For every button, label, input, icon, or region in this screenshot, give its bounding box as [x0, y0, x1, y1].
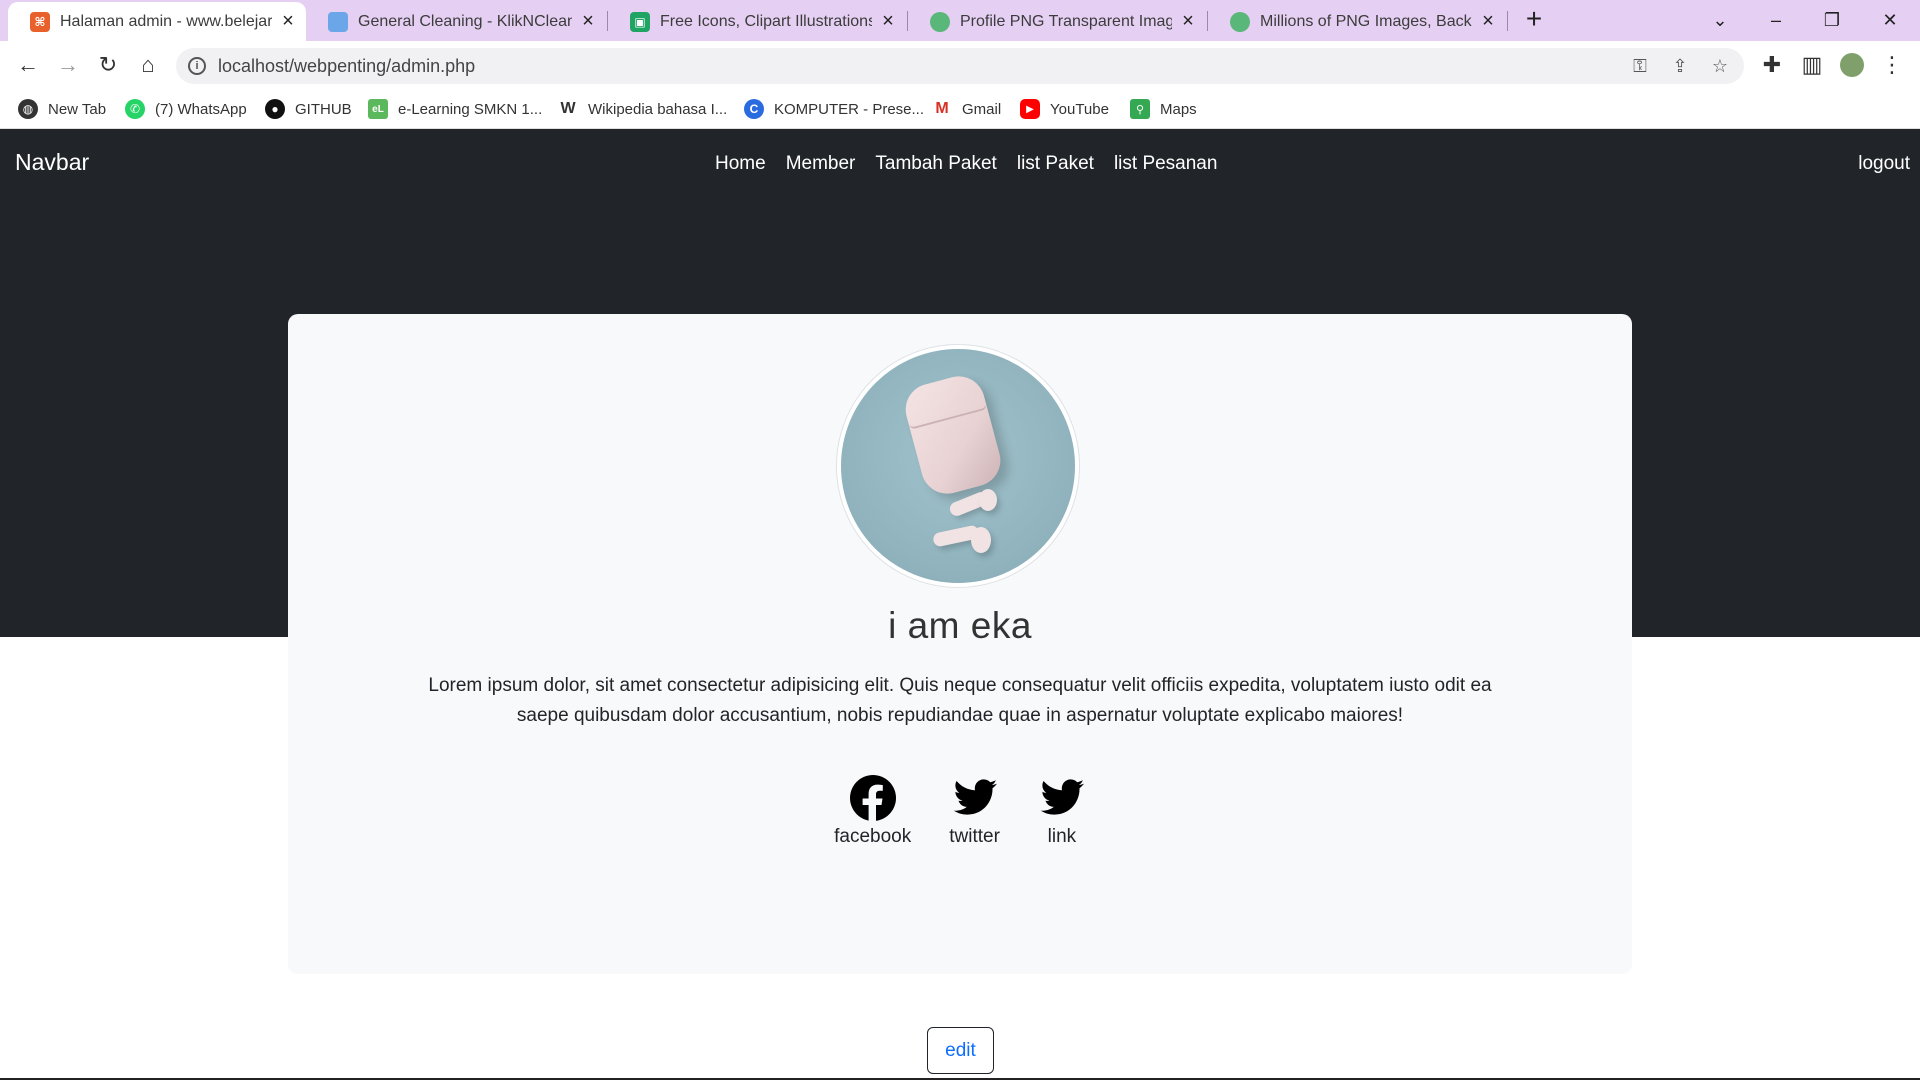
bookmark-label: Maps: [1160, 100, 1197, 118]
bookmark-item[interactable]: ⚲ Maps: [1130, 97, 1197, 121]
nav-links: Home Member Tambah Paket list Paket list…: [715, 153, 1217, 175]
browser-tab[interactable]: ▣ Free Icons, Clipart Illustrations, Pl …: [608, 2, 906, 41]
youtube-icon: ▶: [1020, 99, 1040, 119]
bookmarks-bar: ◍ New Tab ✆ (7) WhatsApp ● GITHUB eL e-L…: [0, 89, 1920, 129]
browser-tab[interactable]: General Cleaning - KlikNClean ×: [306, 2, 606, 41]
bookmark-label: (7) WhatsApp: [155, 100, 247, 118]
site-favicon-icon: [328, 11, 348, 32]
url-text[interactable]: localhost/webpenting/admin.php: [218, 56, 475, 77]
close-icon[interactable]: ×: [1180, 10, 1196, 33]
minimize-icon[interactable]: –: [1756, 4, 1796, 36]
profile-card: i am eka Lorem ipsum dolor, sit amet con…: [288, 314, 1632, 1074]
nav-link-tambah-paket[interactable]: Tambah Paket: [875, 153, 996, 175]
tab-search-chevron-icon[interactable]: ⌄: [1700, 4, 1740, 36]
restore-icon[interactable]: ❐: [1812, 4, 1852, 36]
bookmark-item[interactable]: M Gmail: [932, 97, 1001, 121]
bookmark-item[interactable]: ◍ New Tab: [18, 97, 106, 121]
browser-toolbar: ← → ↻ ⌂ i localhost/webpenting/admin.php…: [0, 41, 1920, 89]
tab-title: Halaman admin - www.belejarwit: [60, 12, 272, 30]
browser-tab-bar: ⌘ Halaman admin - www.belejarwit × Gener…: [0, 0, 1920, 41]
bookmark-star-icon[interactable]: ☆: [1708, 54, 1732, 78]
site-favicon-icon: ⌘: [30, 11, 50, 32]
close-icon[interactable]: ×: [580, 10, 596, 33]
bookmark-label: Wikipedia bahasa I...: [588, 100, 728, 118]
nav-link-list-paket[interactable]: list Paket: [1017, 153, 1094, 175]
tab-separator: [1507, 11, 1508, 31]
bookmark-label: YouTube: [1050, 100, 1109, 118]
profile-bio: Lorem ipsum dolor, sit amet consectetur …: [428, 675, 1492, 726]
social-link-link[interactable]: link: [1038, 774, 1086, 848]
bookmark-label: GITHUB: [295, 100, 352, 118]
window-close-icon[interactable]: ✕: [1870, 4, 1910, 36]
address-bar[interactable]: i localhost/webpenting/admin.php ⚿ ⇪ ☆: [176, 48, 1744, 84]
bookmark-item[interactable]: ● GITHUB: [265, 97, 352, 121]
page-content: Navbar Home Member Tambah Paket list Pak…: [0, 129, 1920, 1080]
home-icon[interactable]: ⌂: [132, 49, 164, 81]
social-link-facebook[interactable]: facebook: [834, 774, 911, 848]
bookmark-item[interactable]: ▶ YouTube: [1020, 97, 1109, 121]
bookmark-label: New Tab: [48, 100, 107, 118]
wikipedia-icon: W: [560, 100, 576, 117]
bookmark-label: e-Learning SMKN 1...: [398, 100, 543, 118]
close-icon[interactable]: ×: [880, 10, 896, 33]
airpods-case-graphic: [899, 370, 1007, 500]
browser-menu-icon[interactable]: ⋮: [1876, 49, 1908, 81]
reload-icon[interactable]: ↻: [92, 49, 124, 81]
social-links: facebook twitter link: [288, 774, 1632, 848]
tab-title: Free Icons, Clipart Illustrations, Pl: [660, 12, 872, 30]
globe-icon: ◍: [18, 99, 38, 119]
tab-title: General Cleaning - KlikNClean: [358, 12, 572, 30]
share-icon[interactable]: ⇪: [1668, 54, 1692, 78]
nav-link-member[interactable]: Member: [786, 153, 856, 175]
nav-link-list-pesanan[interactable]: list Pesanan: [1114, 153, 1218, 175]
back-arrow-icon[interactable]: ←: [12, 49, 44, 81]
key-icon[interactable]: ⚿: [1628, 54, 1652, 78]
social-label: facebook: [834, 826, 912, 847]
whatsapp-icon: ✆: [125, 99, 145, 119]
avatar: [836, 344, 1080, 588]
site-favicon-icon: ▣: [630, 11, 650, 32]
social-link-twitter[interactable]: twitter: [949, 774, 1000, 848]
twitter-icon: [953, 779, 997, 815]
tab-title: Profile PNG Transparent Images F: [960, 12, 1172, 30]
bookmark-item[interactable]: eL e-Learning SMKN 1...: [368, 97, 542, 121]
github-icon: ●: [265, 99, 285, 119]
site-favicon-icon: [1230, 11, 1250, 32]
elearning-icon: eL: [368, 99, 388, 119]
edit-button[interactable]: edit: [927, 1027, 994, 1074]
maps-icon: ⚲: [1130, 99, 1150, 119]
extensions-puzzle-icon[interactable]: ✚: [1756, 49, 1788, 81]
profile-avatar-icon[interactable]: [1836, 49, 1868, 81]
tab-title: Millions of PNG Images, Backgro: [1260, 12, 1472, 30]
bookmark-item[interactable]: W Wikipedia bahasa I...: [558, 97, 727, 121]
canva-icon: C: [744, 99, 764, 119]
bookmark-label: KOMPUTER - Prese...: [774, 100, 925, 118]
forward-arrow-icon[interactable]: →: [52, 49, 84, 81]
side-panel-icon[interactable]: ▥: [1796, 49, 1828, 81]
bookmark-label: Gmail: [962, 100, 1002, 118]
gmail-icon: M: [935, 100, 949, 117]
close-icon[interactable]: ×: [280, 10, 296, 33]
browser-tab[interactable]: Millions of PNG Images, Backgro ×: [1208, 2, 1506, 41]
twitter-icon: [1040, 779, 1084, 815]
facebook-icon: [849, 775, 896, 822]
navbar-brand[interactable]: Navbar: [15, 149, 89, 176]
site-info-icon[interactable]: i: [188, 57, 206, 75]
bookmark-item[interactable]: C KOMPUTER - Prese...: [744, 97, 924, 121]
avatar-photo: [841, 349, 1075, 583]
browser-tab[interactable]: Profile PNG Transparent Images F ×: [908, 2, 1206, 41]
social-label: link: [1047, 826, 1077, 847]
social-label: twitter: [949, 826, 1000, 847]
nav-link-home[interactable]: Home: [715, 153, 766, 175]
close-icon[interactable]: ×: [1480, 10, 1496, 33]
site-favicon-icon: [930, 11, 950, 32]
new-tab-icon[interactable]: +: [1520, 5, 1548, 34]
bookmark-item[interactable]: ✆ (7) WhatsApp: [125, 97, 247, 121]
profile-name: i am eka: [888, 605, 1032, 646]
browser-tab[interactable]: ⌘ Halaman admin - www.belejarwit ×: [8, 2, 306, 41]
logout-link[interactable]: logout: [1858, 153, 1910, 175]
